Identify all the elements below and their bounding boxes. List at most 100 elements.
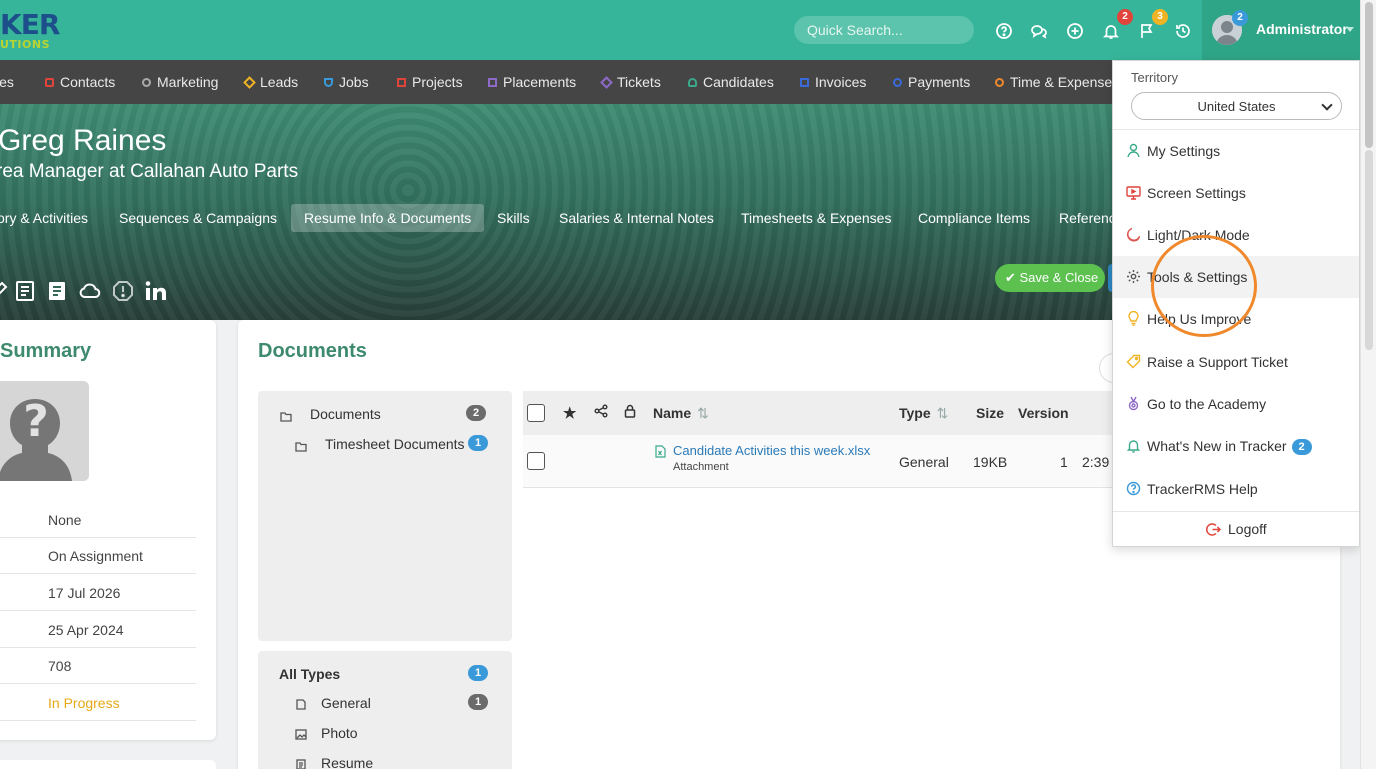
summary-row: In Progress [0,684,196,721]
flag-icon[interactable] [1138,22,1156,40]
nav-candidates[interactable]: Candidates [688,74,774,90]
linkedin-icon[interactable] [144,279,168,303]
nav-label: Projects [412,74,463,90]
alert-icon[interactable] [111,279,135,303]
type-photo[interactable]: Photo [321,725,358,741]
profile-photo-placeholder[interactable]: ? [0,381,89,481]
help-icon[interactable] [995,22,1013,40]
types-heading[interactable]: All Types [279,666,340,682]
notes-icon[interactable] [45,279,69,303]
save-close-label: Save & Close [1019,270,1099,285]
summary-card: Summary ? None On Assignment 17 Jul 2026… [0,320,216,740]
document-icon[interactable] [13,279,37,303]
nav-companies[interactable]: ies [0,74,14,90]
notification-badge: 2 [1117,9,1133,25]
menu-screen-settings[interactable]: Screen Settings [1113,172,1359,214]
nav-invoices[interactable]: Invoices [800,74,866,90]
resume-type-icon [295,757,307,769]
record-name: Greg Raines [0,124,167,157]
svg-text:?: ? [23,396,49,447]
territory-label: Territory [1131,70,1178,85]
tab-history-activities[interactable]: ory & Activities [0,210,88,226]
tab-references[interactable]: Referenc [1059,210,1116,226]
monitor-icon [1126,185,1141,200]
edit-icon[interactable] [0,279,10,303]
payment-icon [893,78,902,87]
chat-icon[interactable] [1030,22,1048,40]
type-general[interactable]: General [321,695,371,711]
file-name-link[interactable]: Candidate Activities this week.xlsx [673,443,870,458]
diamond-icon [243,76,256,89]
tab-sequences-campaigns[interactable]: Sequences & Campaigns [119,210,277,226]
nav-jobs[interactable]: Jobs [324,74,369,90]
select-all-checkbox[interactable] [527,404,545,422]
user-menu-toggle[interactable]: 2 Administrator [1202,0,1360,60]
summary-status-value: In Progress [48,695,120,711]
menu-my-settings[interactable]: My Settings [1113,130,1359,172]
summary-value: None [48,512,82,528]
nav-payments[interactable]: Payments [893,74,970,90]
column-size[interactable]: Size [976,405,1004,421]
nav-label: Candidates [703,74,774,90]
bell-icon[interactable] [1102,22,1120,40]
share-icon[interactable] [594,404,608,421]
menu-whats-new[interactable]: What's New in Tracker 2 [1113,425,1359,467]
trophy-icon [324,78,333,87]
click-highlight-ring [1151,235,1257,337]
invoice-icon [800,78,809,87]
column-type[interactable]: Type ⇅ [899,405,948,422]
lock-icon[interactable] [623,404,637,421]
column-name[interactable]: Name ⇅ [653,405,709,422]
person-icon [688,78,697,87]
file-size: 19KB [973,454,1008,470]
nav-label: Payments [908,74,971,90]
menu-support-ticket[interactable]: Raise a Support Ticket [1113,341,1359,383]
save-close-button[interactable]: ✔ Save & Close [995,264,1105,292]
whats-new-badge: 2 [1291,439,1312,455]
nav-tickets[interactable]: Tickets [600,74,661,90]
menu-trackerrms-help[interactable]: TrackerRMS Help [1113,468,1359,510]
logoff-button[interactable]: Logoff [1113,512,1359,546]
nav-leads[interactable]: Leads [243,74,298,90]
nav-time-expense[interactable]: Time & Expense [995,74,1112,90]
nav-label: Jobs [339,74,369,90]
cloud-icon[interactable] [78,279,102,303]
tab-resume-documents[interactable]: Resume Info & Documents [291,204,485,232]
tab-salaries-notes[interactable]: Salaries & Internal Notes [559,210,714,226]
moon-icon [1126,227,1141,242]
logo-text: KER [0,8,60,41]
table-row[interactable]: Candidate Activities this week.xlsx Atta… [523,435,1123,488]
type-resume[interactable]: Resume [321,755,373,769]
nav-projects[interactable]: Projects [397,74,463,90]
quick-search-input[interactable]: Quick Search... [794,16,974,44]
summary-row: 25 Apr 2024 [0,611,196,648]
record-title: rea Manager at Callahan Auto Parts [0,161,299,182]
nav-label: Marketing [157,74,219,90]
page-scrollbar[interactable] [1360,0,1376,769]
types-count: 1 [468,665,488,681]
territory-select[interactable]: United States [1131,92,1342,120]
chevron-down-icon [1346,27,1354,32]
nav-label: ies [0,74,14,90]
tab-compliance-items[interactable]: Compliance Items [918,210,1030,226]
menu-label: Raise a Support Ticket [1147,354,1288,370]
scrollbar-thumb[interactable] [1365,2,1373,148]
row-checkbox[interactable] [527,452,545,470]
folder-documents[interactable]: Documents [310,406,381,422]
history-icon[interactable] [1174,22,1192,40]
add-icon[interactable] [1066,22,1084,40]
star-icon[interactable]: ★ [563,404,576,422]
help-icon [1126,481,1141,496]
nav-contacts[interactable]: Contacts [45,74,115,90]
column-type-label: Type [899,405,931,421]
nav-marketing[interactable]: Marketing [142,74,218,90]
column-version[interactable]: Version [1018,405,1069,421]
tab-timesheets-expenses[interactable]: Timesheets & Expenses [741,210,891,226]
folder-timesheet-documents[interactable]: Timesheet Documents [325,436,465,452]
nav-placements[interactable]: Placements [488,74,576,90]
second-card [0,760,216,769]
menu-academy[interactable]: Go to the Academy [1113,383,1359,425]
tab-skills[interactable]: Skills [497,210,530,226]
folder-icon [280,409,292,422]
tag-icon [1126,354,1141,369]
